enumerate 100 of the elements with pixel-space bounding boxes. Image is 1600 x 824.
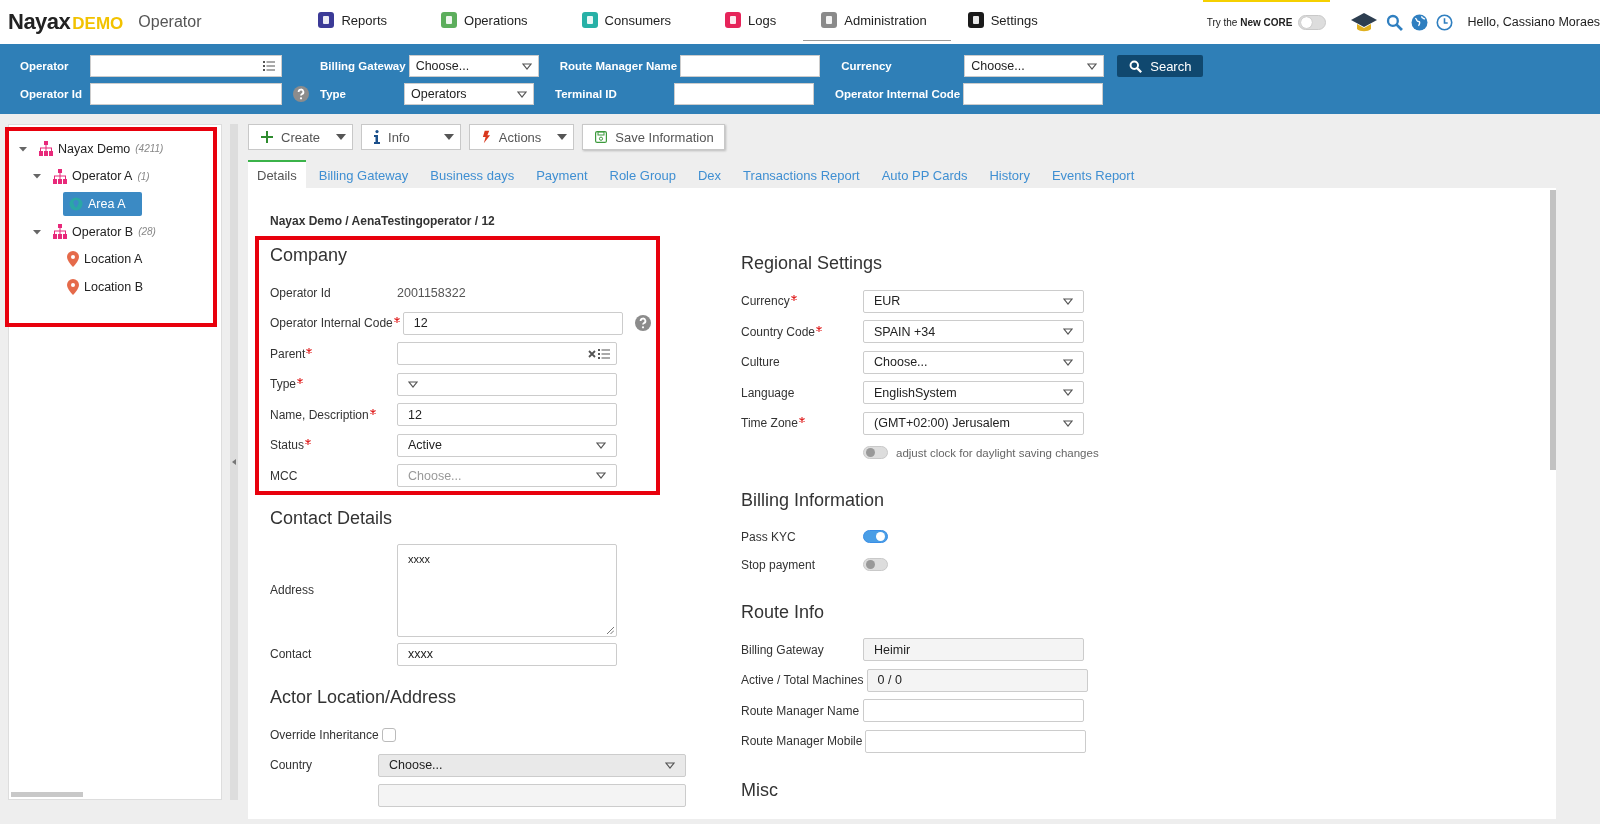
nav-tab[interactable]: Operations [432,0,537,40]
dropdown[interactable]: (GMT+02:00) Jerusalem [863,411,1084,435]
nav-tab[interactable]: Administration [803,0,951,41]
dropdown[interactable]: EUR [863,289,1084,313]
tree-item[interactable]: Location B [63,275,152,298]
toggle-switch[interactable] [863,446,888,459]
filter-label: Terminal ID [555,88,618,100]
scrollbar[interactable] [11,792,83,797]
help-icon[interactable] [634,315,651,332]
pin-icon [69,197,83,211]
map-pin-icon [67,251,79,268]
save-icon [595,131,608,143]
required-icon [790,295,797,302]
text-field[interactable] [963,83,1104,105]
nav-tab[interactable]: Settings [958,0,1047,40]
list-icon[interactable] [598,348,610,359]
text-field[interactable] [680,55,821,77]
caret-icon [521,62,532,70]
field-label: Country Code [741,324,816,339]
graduation-cap-icon[interactable] [1350,11,1379,33]
dropdown[interactable]: Active [397,433,617,457]
toolbar-button[interactable]: Info [361,124,461,150]
toggle-switch[interactable] [1298,14,1327,30]
nav-tab[interactable]: Logs [716,0,786,40]
dropdown[interactable]: Choose... [863,350,1084,374]
collapse-arrow-icon[interactable] [232,459,236,465]
field-value: 2001158322 [397,285,466,300]
scrollbar[interactable] [1550,190,1556,470]
required-icon [798,417,805,424]
field-label: Override Inheritance [270,727,379,742]
section-title: Misc [741,778,779,802]
caret-icon [596,472,606,480]
dropdown[interactable]: SPAIN +34 [863,320,1084,344]
tree-item[interactable]: Nayax Demo (4211) [35,138,172,160]
section-title: Company [270,243,349,267]
text-field[interactable] [674,83,814,105]
tree-item-label: Nayax Demo [58,141,131,156]
dropdown[interactable]: Choose... [408,55,539,77]
field-label: Route Manager Mobile [741,734,863,749]
search-icon[interactable] [1386,13,1404,31]
caret-icon [336,134,347,140]
required-icon [297,378,303,385]
tree-item[interactable]: Location A [63,248,151,271]
field-label: Address [270,583,315,597]
field-label: Name, Description [270,407,369,422]
dropdown[interactable]: EnglishSystem [863,381,1084,405]
toggle-switch[interactable] [863,530,888,543]
text-field[interactable]: xxxx [397,642,617,666]
field-label: Parent [270,346,306,361]
dropdown[interactable] [397,372,617,396]
expand-arrow-icon[interactable] [33,172,41,181]
text-field[interactable]: 12 [402,311,623,335]
hierarchy-icon [53,224,67,240]
tree-item[interactable]: Operator A (1) [49,165,158,187]
field-label: Status [270,438,305,453]
lookup-field[interactable] [90,55,282,77]
nav-tab[interactable]: Consumers [572,0,681,40]
text-field[interactable] [865,729,1087,753]
text-field[interactable] [863,699,1084,723]
checkbox[interactable] [381,727,396,742]
user-menu[interactable]: Hello, Cassiano Moraes [1467,15,1600,29]
filter-label: Operator Internal Code [835,88,962,100]
filter-label: Operator Id [20,88,83,100]
edition-label: DEMO [72,14,124,34]
tree-item[interactable]: Area A [63,192,142,216]
breadcrumb: Nayax Demo / AenaTestingoperator / 12 [269,214,496,230]
clock-icon[interactable] [1436,13,1454,31]
text-field[interactable] [90,83,282,105]
tree-item-label: Area A [88,197,126,211]
dropdown[interactable]: Operators [404,83,534,105]
section-title: Regional Settings [741,252,884,275]
caret-icon [1087,62,1098,70]
dropdown[interactable]: Choose... [964,55,1105,77]
toggle-label: adjust clock for daylight saving changes [896,446,1099,459]
tab[interactable]: Details [248,160,306,188]
help-icon[interactable] [293,86,309,102]
required-icon [305,439,312,446]
toolbar-button[interactable]: Create [248,124,354,150]
map-pin-icon [67,278,79,295]
expand-arrow-icon[interactable] [33,227,41,236]
toggle-switch[interactable] [863,558,888,571]
address-field[interactable]: xxxx [397,543,617,637]
caret-icon [1063,419,1073,427]
resize-grip-icon[interactable] [606,625,614,634]
field-label: Country [270,758,313,773]
module-icon [581,12,598,28]
required-icon [816,325,823,332]
tree-item[interactable]: Operator B (28) [49,221,164,243]
search-button[interactable]: Search [1117,55,1204,77]
expand-arrow-icon[interactable] [19,144,27,153]
lookup-field[interactable] [397,342,617,366]
tree-item-label: Location B [84,279,144,294]
nav-tab[interactable]: Reports [309,0,396,40]
globe-icon[interactable] [1411,13,1429,31]
clear-icon[interactable] [588,349,596,358]
caret-icon [1063,297,1073,305]
toolbar-button[interactable]: Save Information [582,124,725,150]
text-field[interactable]: 12 [397,403,617,427]
toolbar-button[interactable]: Actions [468,124,575,150]
list-icon[interactable] [263,61,275,71]
